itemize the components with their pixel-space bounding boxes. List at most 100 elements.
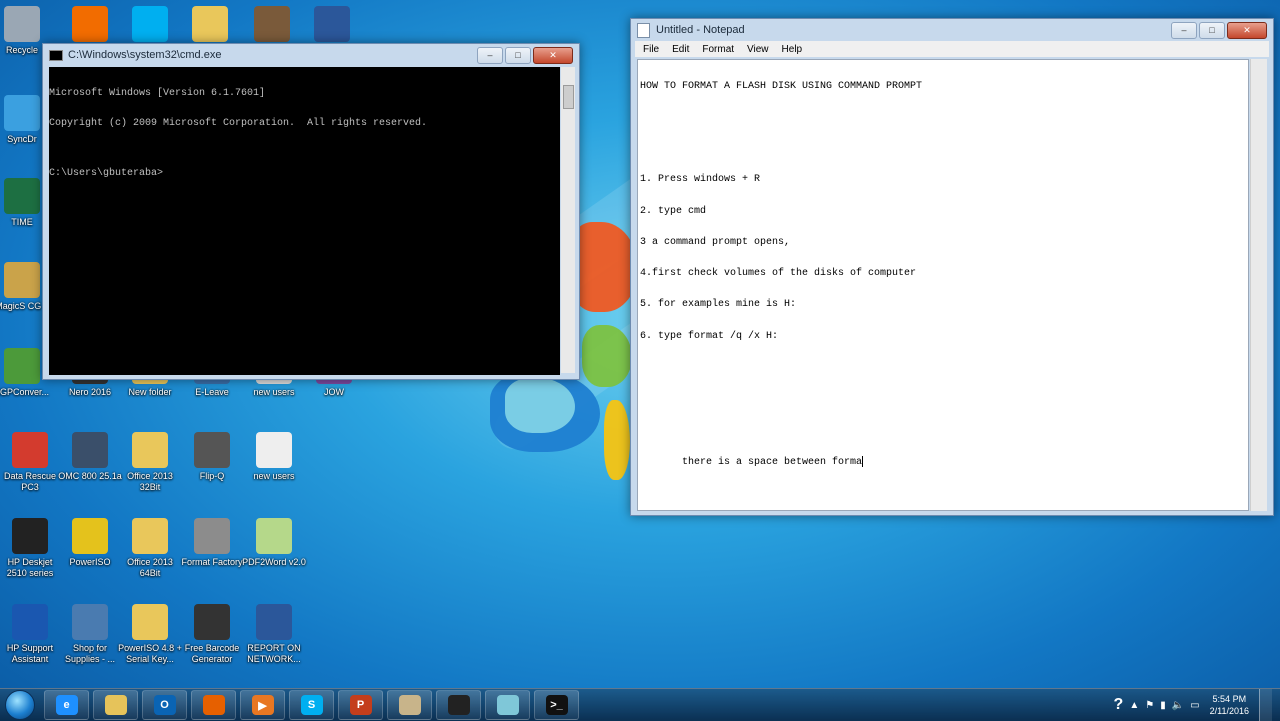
taskbar-button[interactable]: e	[44, 690, 89, 720]
desktop-icon[interactable]: Free Barcode Generator	[180, 604, 244, 665]
cmd-icon: >_	[545, 695, 568, 715]
text-line: HOW TO FORMAT A FLASH DISK USING COMMAND…	[640, 80, 923, 92]
desktop-icon-label: Data Rescue PC3	[3, 471, 57, 492]
text-line: 1. Press windows + R	[640, 174, 761, 186]
network-icon[interactable]: ▮	[1160, 700, 1166, 711]
desktop-icon-label: HP Support Assistant	[6, 643, 54, 664]
desktop-icon-label: 3GPConver...	[0, 387, 50, 397]
desktop-icon-label: new users	[253, 471, 295, 481]
maximize-button[interactable]: □	[1199, 21, 1225, 39]
skype-icon: S	[300, 695, 323, 715]
desktop-icon[interactable]: Shop for Supplies - ...	[58, 604, 122, 665]
magic-folder-icon	[4, 262, 40, 298]
menu-help[interactable]: Help	[782, 44, 803, 55]
desktop-icon[interactable]	[118, 6, 182, 45]
help-icon[interactable]: ?	[1114, 696, 1124, 714]
menu-file[interactable]: File	[643, 44, 659, 55]
clock-time: 5:54 PM	[1212, 694, 1247, 704]
photo-icon	[254, 6, 290, 42]
word-document-icon	[256, 604, 292, 640]
desktop-icon[interactable]: OMC 800 25.1a	[58, 432, 122, 482]
desktop-icon-label: New folder	[128, 387, 172, 397]
close-button[interactable]: ✕	[533, 46, 573, 64]
clock-date: 2/11/2016	[1209, 706, 1249, 716]
start-button[interactable]	[0, 689, 40, 721]
taskbar-button[interactable]: >_	[534, 690, 579, 720]
cmd-scrollbar[interactable]	[561, 67, 575, 373]
cmd-line: Microsoft Windows [Version 6.1.7601]	[49, 88, 266, 99]
desktop-icon[interactable]	[300, 6, 364, 45]
desktop-icon[interactable]: new users	[242, 432, 306, 482]
flag-green	[582, 325, 632, 387]
desktop-icon[interactable]: Flip-Q	[180, 432, 244, 482]
converter-icon	[4, 348, 40, 384]
desktop-icon[interactable]: REPORT ON NETWORK...	[242, 604, 306, 665]
show-hidden-icons[interactable]: ▲	[1129, 700, 1139, 711]
taskbar-button[interactable]	[191, 690, 236, 720]
desktop-icon-label: OMC 800 25.1a	[58, 471, 122, 481]
desktop-icon[interactable]: Office 2013 64Bit	[118, 518, 182, 579]
desktop-icon[interactable]: HP Deskjet 2510 series	[0, 518, 62, 579]
close-button[interactable]: ✕	[1227, 21, 1267, 39]
desktop-icon[interactable]: PowerISO	[58, 518, 122, 568]
desktop-icon[interactable]: PDF2Word v2.0	[242, 518, 306, 568]
cmd-window[interactable]: C:\Windows\system32\cmd.exe – □ ✕ Micros…	[42, 43, 580, 380]
desktop-icon[interactable]: Format Factory	[180, 518, 244, 568]
taskbar-button[interactable]	[93, 690, 138, 720]
file-explorer-icon	[104, 695, 127, 715]
excel-icon	[4, 178, 40, 214]
printer-shop-icon	[72, 604, 108, 640]
taskbar-button[interactable]: O	[142, 690, 187, 720]
minimize-button[interactable]: –	[1171, 21, 1197, 39]
show-desktop-button[interactable]	[1259, 689, 1272, 721]
notepad-titlebar[interactable]: Untitled - Notepad – □ ✕	[631, 19, 1273, 41]
skype-icon	[132, 6, 168, 42]
cmd-console[interactable]: Microsoft Windows [Version 6.1.7601] Cop…	[49, 67, 560, 375]
desktop-icon[interactable]: PowerISO 4.8 + Serial Key...	[118, 604, 182, 665]
barcode-icon	[194, 604, 230, 640]
cmd-prompt: C:\Users\gbuteraba>	[49, 168, 164, 179]
taskbar-button[interactable]: P	[338, 690, 383, 720]
menu-edit[interactable]: Edit	[672, 44, 689, 55]
taskbar-button[interactable]	[485, 690, 530, 720]
desktop-icon[interactable]: Data Rescue PC3	[0, 432, 62, 493]
pdf-word-icon	[256, 518, 292, 554]
notepad-window[interactable]: Untitled - Notepad – □ ✕ File Edit Forma…	[630, 18, 1274, 516]
taskbar-button[interactable]	[387, 690, 432, 720]
desktop-icon-label: new users	[253, 387, 295, 397]
recycle-bin-icon	[4, 6, 40, 42]
media-player-icon: ▶	[251, 695, 274, 715]
taskbar-button[interactable]: ▶	[240, 690, 285, 720]
minimize-button[interactable]: –	[477, 46, 503, 64]
flag-teal	[505, 378, 575, 433]
outlook-icon: O	[153, 695, 176, 715]
windows-logo-icon	[5, 690, 35, 720]
cmd-titlebar[interactable]: C:\Windows\system32\cmd.exe – □ ✕	[43, 44, 579, 66]
scroll-thumb[interactable]	[563, 85, 574, 109]
desktop-icon-label: E-Leave	[195, 387, 229, 397]
text-line: 6. type format /q /x H:	[640, 330, 779, 342]
desktop-icon[interactable]: HP Support Assistant	[0, 604, 62, 665]
notepad-icon	[496, 695, 519, 715]
maximize-button[interactable]: □	[505, 46, 531, 64]
desktop-icon[interactable]	[240, 6, 304, 45]
volume-icon[interactable]: 🔈	[1172, 700, 1184, 711]
folder-icon	[192, 6, 228, 42]
desktop-icon-label: PowerISO	[69, 557, 111, 567]
desktop-icon[interactable]	[178, 6, 242, 45]
text-line: 2. type cmd	[640, 205, 707, 217]
notepad-editor[interactable]: HOW TO FORMAT A FLASH DISK USING COMMAND…	[637, 59, 1249, 511]
rescue-cross-icon	[12, 432, 48, 468]
firefox-icon	[202, 695, 225, 715]
flag-icon[interactable]: ⚑	[1145, 700, 1154, 711]
taskbar-button[interactable]	[436, 690, 481, 720]
menu-format[interactable]: Format	[702, 44, 734, 55]
battery-icon[interactable]: ▭	[1190, 700, 1199, 711]
taskbar-button[interactable]: S	[289, 690, 334, 720]
desktop-icon[interactable]: Office 2013 32Bit	[118, 432, 182, 493]
clock[interactable]: 5:54 PM 2/11/2016	[1206, 693, 1253, 717]
cmd-title: C:\Windows\system32\cmd.exe	[68, 49, 222, 61]
notepad-scrollbar[interactable]	[1250, 59, 1267, 511]
menu-view[interactable]: View	[747, 44, 769, 55]
text-caret	[862, 456, 864, 468]
